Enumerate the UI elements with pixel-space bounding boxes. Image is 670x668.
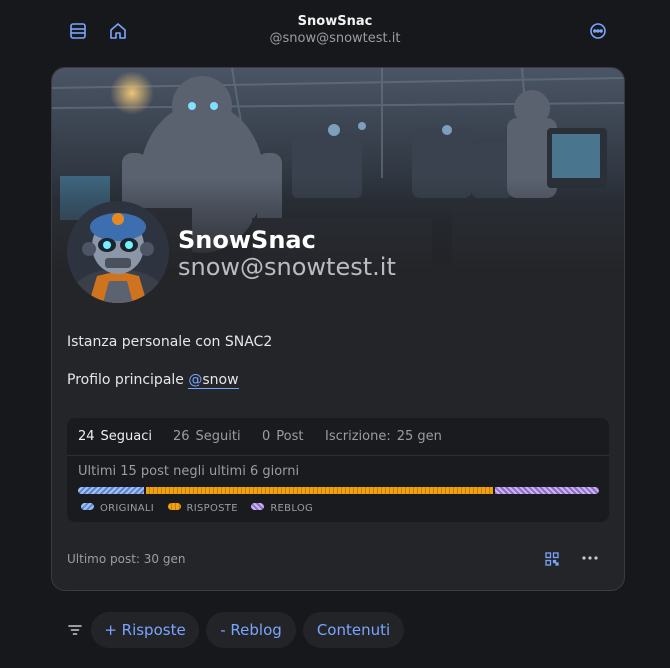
filter-bar: + Risposte - Reblog Contenuti <box>0 612 670 648</box>
legend-swatch <box>81 503 94 510</box>
profile-bio-line: Profilo principale @snow <box>67 372 239 389</box>
posts-label: Post <box>276 429 304 444</box>
more-circle-icon[interactable] <box>588 21 608 41</box>
bar-segment-originali <box>78 487 144 494</box>
more-options-icon[interactable] <box>581 550 599 566</box>
stat-followers[interactable]: 24 Seguaci <box>78 429 152 444</box>
mention-link[interactable]: @snow <box>188 372 239 389</box>
profile-stats-panel: 24 Seguaci 26 Seguiti 0 Post Iscrizione: 25 … <box>67 418 609 522</box>
filter-contents-button[interactable]: Contenuti <box>303 612 404 648</box>
legend-swatch <box>251 503 265 510</box>
top-bar: SnowSnac @snow@snowtest.it <box>0 0 670 60</box>
legend-label: ORIGINALI <box>100 503 155 514</box>
stats-row: 24 Seguaci 26 Seguiti 0 Post Iscrizione: 25 … <box>67 418 609 456</box>
last-post-info: Ultimo post: 30 gen <box>67 552 186 566</box>
profile-avatar[interactable] <box>67 201 169 303</box>
activity-legend: ORIGINALI RISPOSTE REBLOG <box>81 503 323 514</box>
posts-count: 0 <box>262 429 271 444</box>
followers-count: 24 <box>78 429 95 444</box>
joined-value: 25 gen <box>396 429 442 444</box>
bio-text: Profilo principale <box>67 372 184 388</box>
profile-display-name: SnowSnac <box>178 226 316 254</box>
joined-label: Iscrizione: <box>325 429 391 444</box>
activity-summary: Ultimi 15 post negli ultimi 6 giorni <box>78 464 300 479</box>
app-subtitle: @snow@snowtest.it <box>269 31 401 46</box>
stat-following[interactable]: 26 Seguiti <box>173 429 241 444</box>
profile-bio-line: Istanza personale con SNAC2 <box>67 334 273 350</box>
stat-joined: Iscrizione: 25 gen <box>325 429 442 444</box>
app-title: SnowSnac <box>297 14 373 29</box>
profile-handle: snow@snowtest.it <box>178 253 396 281</box>
mention-at: @ <box>188 372 203 388</box>
legend-reblog: REBLOG <box>251 503 313 514</box>
legend-label: RISPOSTE <box>186 503 238 514</box>
following-label: Seguiti <box>195 429 241 444</box>
legend-originali: ORIGINALI <box>81 503 154 514</box>
mention-user: snow <box>202 372 239 388</box>
legend-label: REBLOG <box>270 503 314 514</box>
bar-segment-risposte <box>146 487 493 494</box>
following-count: 26 <box>173 429 190 444</box>
filter-icon[interactable] <box>67 622 83 638</box>
legend-swatch <box>167 503 181 510</box>
activity-bar <box>78 487 599 494</box>
filter-replies-button[interactable]: + Risposte <box>91 612 199 648</box>
legend-risposte: RISPOSTE <box>167 503 238 514</box>
qr-code-icon[interactable] <box>545 551 559 566</box>
stat-posts[interactable]: 0 Post <box>262 429 303 444</box>
profile-card: SnowSnac snow@snowtest.it Istanza person… <box>51 67 625 591</box>
bar-segment-reblog <box>495 487 599 494</box>
filter-reblog-button[interactable]: - Reblog <box>206 612 296 648</box>
followers-label: Seguaci <box>100 429 153 444</box>
